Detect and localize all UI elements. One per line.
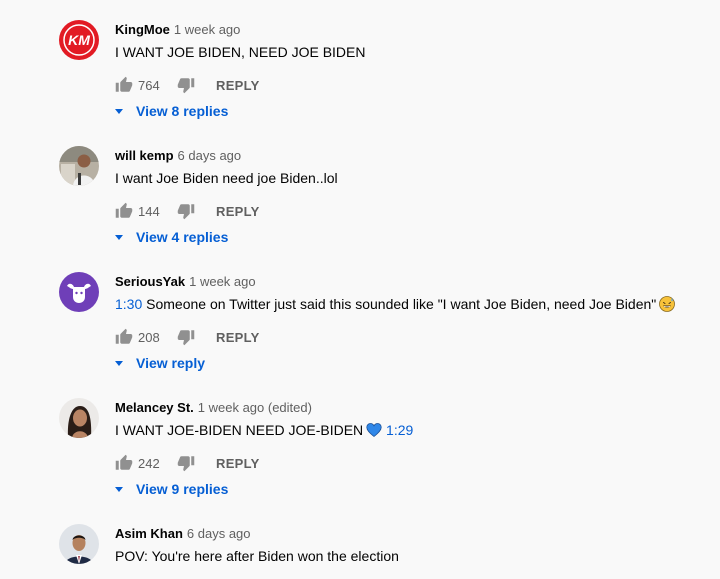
- view-replies-button[interactable]: View 4 replies: [115, 229, 228, 245]
- author-name[interactable]: Asim Khan: [115, 526, 183, 541]
- view-replies-button[interactable]: View 8 replies: [115, 103, 228, 119]
- author-name[interactable]: Melancey St.: [115, 400, 194, 415]
- avatar[interactable]: [59, 272, 99, 312]
- like-icon[interactable]: [115, 202, 133, 220]
- comment-text: POV: You're here after Biden won the ele…: [115, 548, 399, 564]
- view-replies-label: View 8 replies: [136, 103, 229, 119]
- comment-time[interactable]: 1 week ago: [189, 274, 256, 289]
- view-replies-button[interactable]: View reply: [115, 355, 205, 371]
- like-icon[interactable]: [115, 76, 133, 94]
- svg-text:KM: KM: [68, 32, 90, 48]
- comment-header: Melancey St. 1 week ago (edited): [115, 400, 312, 415]
- reply-button[interactable]: REPLY: [216, 78, 260, 93]
- video-timestamp-link[interactable]: 1:30: [115, 296, 142, 312]
- comment-text: I want Joe Biden need joe Biden..lol: [115, 170, 338, 186]
- view-replies-label: View 9 replies: [136, 481, 229, 497]
- comment-text: I WANT JOE-BIDEN NEED JOE-BIDEN 1:29: [115, 422, 413, 438]
- avatar[interactable]: [59, 398, 99, 438]
- photo-avatar-icon: [59, 398, 99, 438]
- author-name[interactable]: will kemp: [115, 148, 174, 163]
- author-name[interactable]: KingMoe: [115, 22, 170, 37]
- comment-text: 1:30 Someone on Twitter just said this s…: [115, 296, 676, 312]
- caret-down-icon: [115, 234, 123, 240]
- like-count: 208: [138, 330, 160, 345]
- reply-button[interactable]: REPLY: [216, 204, 260, 219]
- avatar[interactable]: [59, 146, 99, 186]
- photo-avatar-icon: [59, 146, 99, 186]
- view-replies-label: View 4 replies: [136, 229, 229, 245]
- reply-button[interactable]: REPLY: [216, 456, 260, 471]
- comment-text-content: Someone on Twitter just said this sounde…: [146, 296, 657, 312]
- comment-time[interactable]: 1 week ago: [174, 22, 241, 37]
- km-logo-icon: KM: [59, 20, 99, 60]
- comment-header: Asim Khan 6 days ago: [115, 526, 251, 541]
- comment-time[interactable]: 6 days ago: [187, 526, 251, 541]
- dislike-icon[interactable]: [177, 76, 195, 94]
- avatar[interactable]: [59, 524, 99, 564]
- comment-time[interactable]: 1 week ago (edited): [198, 400, 312, 415]
- like-count: 144: [138, 204, 160, 219]
- comment-header: KingMoe 1 week ago: [115, 22, 240, 37]
- comment-header: will kemp 6 days ago: [115, 148, 241, 163]
- comment-text: I WANT JOE BIDEN, NEED JOE BIDEN: [115, 44, 366, 60]
- comment-time[interactable]: 6 days ago: [178, 148, 242, 163]
- photo-avatar-icon: [59, 524, 99, 564]
- dislike-icon[interactable]: [177, 328, 195, 346]
- caret-down-icon: [115, 108, 123, 114]
- author-name[interactable]: SeriousYak: [115, 274, 185, 289]
- like-count: 242: [138, 456, 160, 471]
- view-replies-button[interactable]: View 9 replies: [115, 481, 228, 497]
- dislike-icon[interactable]: [177, 454, 195, 472]
- caret-down-icon: [115, 486, 123, 492]
- caret-down-icon: [115, 360, 123, 366]
- yak-avatar-icon: [59, 272, 99, 312]
- grinning-sweat-emoji-icon: [659, 296, 676, 312]
- video-timestamp-link[interactable]: 1:29: [386, 422, 413, 438]
- view-replies-label: View reply: [136, 355, 206, 371]
- blue-heart-emoji-icon: [366, 423, 382, 438]
- comment-header: SeriousYak 1 week ago: [115, 274, 256, 289]
- reply-button[interactable]: REPLY: [216, 330, 260, 345]
- comment-text-content: I WANT JOE-BIDEN NEED JOE-BIDEN: [115, 422, 364, 438]
- like-icon[interactable]: [115, 454, 133, 472]
- dislike-icon[interactable]: [177, 202, 195, 220]
- like-icon[interactable]: [115, 328, 133, 346]
- like-count: 764: [138, 78, 160, 93]
- avatar[interactable]: KM: [59, 20, 99, 60]
